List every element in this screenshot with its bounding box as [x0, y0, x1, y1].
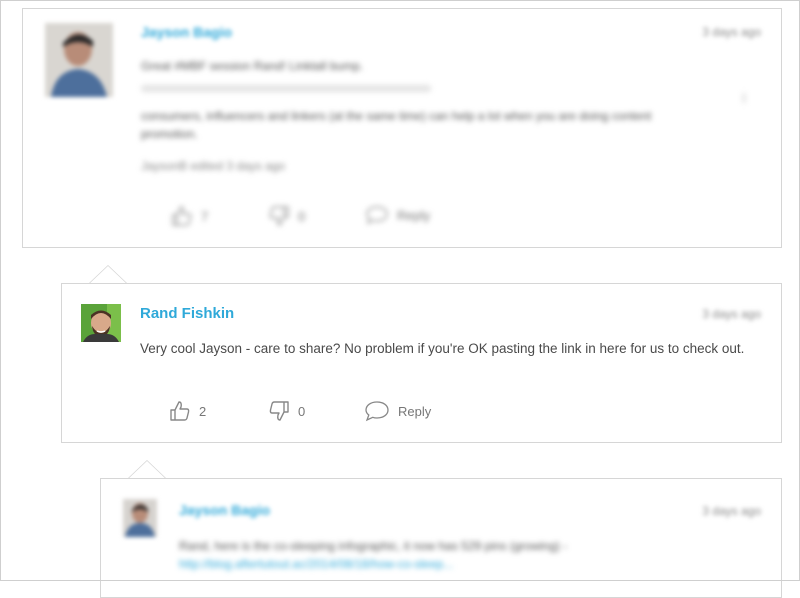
scroll-mark — [743, 93, 745, 103]
reply-button[interactable]: Reply — [364, 400, 431, 422]
like-button[interactable]: 7 — [171, 205, 208, 227]
like-button[interactable]: 2 — [169, 400, 206, 422]
dislike-button[interactable]: 0 — [268, 205, 305, 227]
reply-label: Reply — [398, 403, 432, 419]
thumbs-down-icon — [268, 205, 290, 227]
link-bar — [141, 85, 431, 92]
author-name[interactable]: Jayson Bagio — [179, 502, 270, 518]
timestamp[interactable]: 3 days ago — [702, 307, 761, 321]
thumbs-up-icon — [171, 205, 193, 227]
reply-button[interactable]: Reply — [365, 205, 430, 225]
reply-bubble-icon — [365, 205, 389, 225]
timestamp[interactable]: 3 days ago — [702, 25, 761, 39]
comment-text: promotion. — [141, 127, 198, 141]
comment-text: consumers, influencers and linkers (at t… — [141, 109, 652, 123]
timestamp[interactable]: 3 days ago — [702, 504, 761, 518]
comment-text: Great #MBF session Rand! Linktall bump. — [141, 59, 364, 73]
comment-card-2: Rand Fishkin 3 days ago Very cool Jayson… — [61, 283, 782, 443]
avatar[interactable] — [123, 499, 157, 537]
reply-bubble-icon — [364, 400, 390, 422]
author-name[interactable]: Rand Fishkin — [140, 305, 234, 322]
comment-card-3: Jayson Bagio 3 days ago Rand, here is th… — [100, 478, 782, 598]
edited-note: JaysonB edited 3 days ago — [141, 159, 286, 173]
thumbs-down-icon — [268, 400, 290, 422]
like-count: 7 — [201, 208, 209, 224]
avatar[interactable] — [81, 304, 121, 342]
comment-link[interactable]: http://blog.aftertutout.ac/2014/08/18/ho… — [179, 553, 453, 575]
author-name[interactable]: Jayson Bagio — [141, 24, 232, 40]
comment-text: Very cool Jayson - care to share? No pro… — [140, 341, 745, 356]
dislike-count: 0 — [298, 403, 306, 419]
like-count: 2 — [199, 403, 207, 419]
reply-label: Reply — [397, 207, 431, 223]
dislike-count: 0 — [298, 208, 306, 224]
avatar[interactable] — [45, 23, 113, 97]
dislike-button[interactable]: 0 — [268, 400, 305, 422]
comment-card-1: Jayson Bagio 3 days ago Great #MBF sessi… — [22, 8, 782, 248]
thumbs-up-icon — [169, 400, 191, 422]
